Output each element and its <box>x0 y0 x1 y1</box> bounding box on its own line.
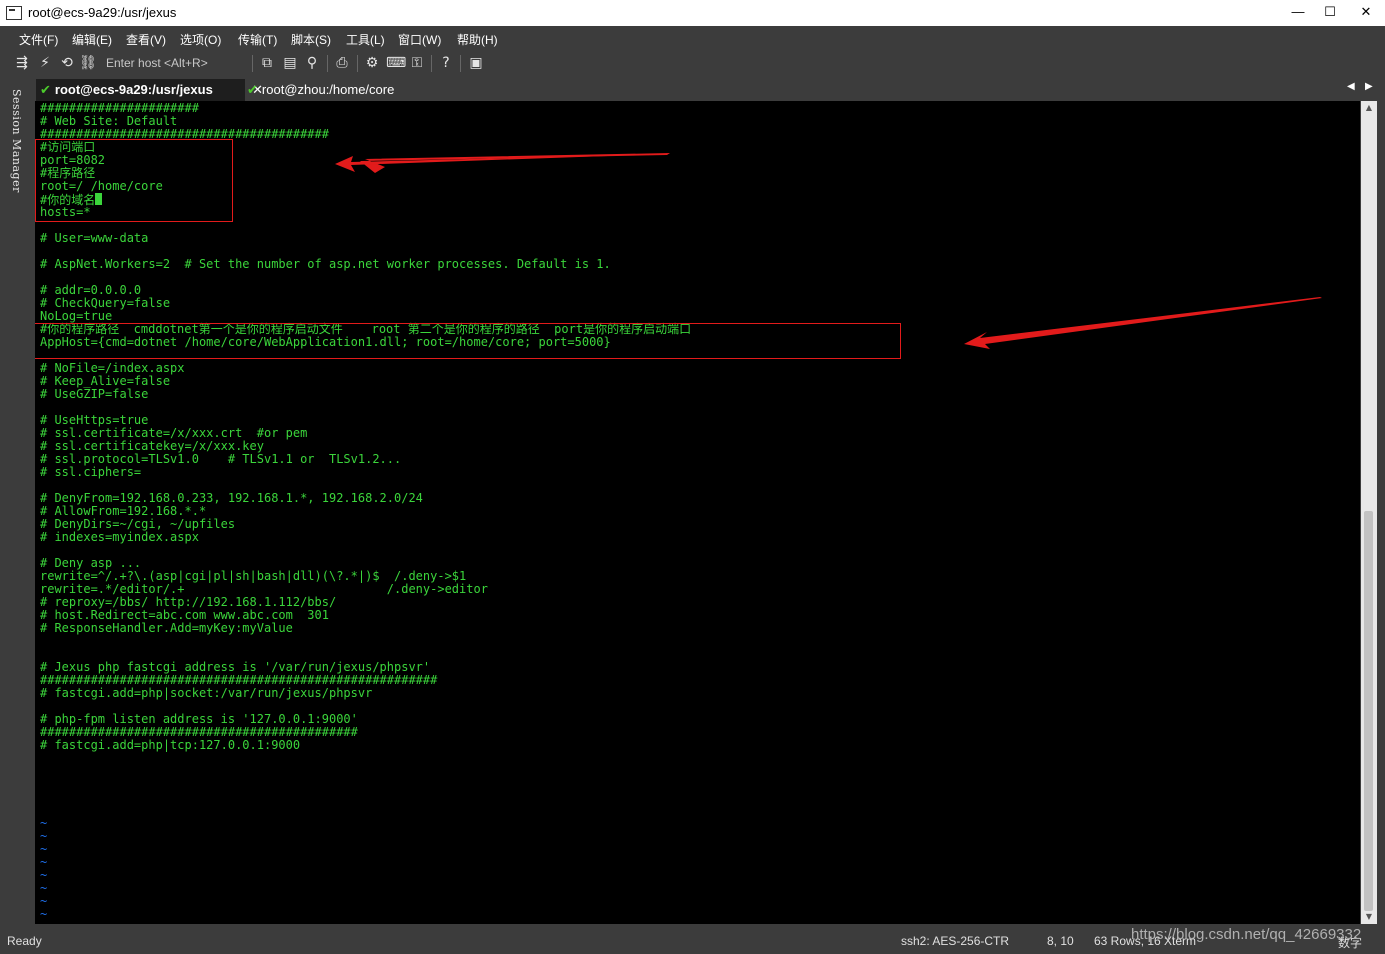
session-manager-label[interactable]: Session Manager <box>10 89 23 193</box>
menu-help[interactable]: 帮助(H) <box>457 31 498 48</box>
menu-view[interactable]: 查看(V) <box>126 31 166 48</box>
toolbar-separator <box>252 55 253 72</box>
annotation-arrows <box>335 153 1322 349</box>
window-title: root@ecs-9a29:/usr/jexus <box>28 5 177 20</box>
link-icon[interactable]: ⛓ <box>79 54 97 72</box>
paste-icon[interactable]: ▤ <box>281 54 299 72</box>
connect-icon[interactable]: ⇶ <box>13 54 31 72</box>
toolbar-separator <box>357 55 358 72</box>
toolbar: ⇶ ⚡ ⟲ ⛓ ⧉ ▤ ⚲ ⎙ ⚙ ⌨ ⚿ ? ▣ <box>0 50 1385 77</box>
status-ready: Ready <box>7 934 42 948</box>
status-cursor-position: 8, 10 <box>1047 934 1074 948</box>
tab-label: root@ecs-9a29:/usr/jexus <box>54 82 213 97</box>
connected-check-icon: ✔ <box>247 83 258 98</box>
tab-bar: ✔ root@ecs-9a29:/usr/jexus ✕ ✔ root@zhou:/… <box>34 77 1385 101</box>
menu-edit[interactable]: 编辑(E) <box>72 31 112 48</box>
annotation-arrow <box>964 297 1322 349</box>
connected-check-icon: ✔ <box>40 83 51 98</box>
tab-next-icon[interactable]: ▶ <box>1365 81 1373 92</box>
session-manager-panel[interactable]: Session Manager <box>0 77 34 926</box>
copy-icon[interactable]: ⧉ <box>258 54 276 72</box>
toolbar-separator <box>431 55 432 72</box>
menu-script[interactable]: 脚本(S) <box>291 31 331 48</box>
menu-tools[interactable]: 工具(L) <box>346 31 385 48</box>
close-button[interactable]: ✕ <box>1349 2 1383 22</box>
watermark: https://blog.csdn.net/qq_42669332 <box>1131 926 1362 943</box>
tab-root-ecs[interactable]: ✔ root@ecs-9a29:/usr/jexus ✕ <box>36 79 263 101</box>
help-icon[interactable]: ? <box>437 54 455 72</box>
maximize-button[interactable]: ☐ <box>1313 2 1347 22</box>
menu-options[interactable]: 选项(O) <box>180 31 221 48</box>
status-encryption: ssh2: AES-256-CTR <box>901 934 1010 948</box>
menu-file[interactable]: 文件(F) <box>19 31 58 48</box>
tab-label: root@zhou:/home/core <box>261 82 395 97</box>
toolbar-separator <box>460 55 461 72</box>
minimize-button[interactable]: — <box>1281 2 1315 22</box>
scroll-down-icon[interactable]: ▼ <box>1361 910 1377 924</box>
host-input[interactable] <box>100 53 257 73</box>
terminal-screen[interactable]: ###################### # Web Site: Defaul… <box>35 101 1360 924</box>
quick-connect-icon[interactable]: ⚡ <box>36 54 54 72</box>
keymap-icon[interactable]: ⌨ <box>386 54 406 72</box>
scroll-thumb[interactable] <box>1364 511 1373 911</box>
key-icon[interactable]: ⚿ <box>408 54 426 72</box>
reconnect-icon[interactable]: ⟲ <box>58 54 76 72</box>
xterm-icon[interactable]: ▣ <box>467 54 485 72</box>
tab-root-zhou[interactable]: ✔ root@zhou:/home/core <box>245 79 394 101</box>
print-icon[interactable]: ⎙ <box>333 54 351 72</box>
menu-window[interactable]: 窗口(W) <box>398 31 441 48</box>
tab-prev-icon[interactable]: ◀ <box>1347 81 1355 92</box>
scroll-up-icon[interactable]: ▲ <box>1361 101 1377 115</box>
menu-bar: 文件(F) 编辑(E) 查看(V) 选项(O) 传输(T) 脚本(S) 工具(L… <box>0 26 1385 50</box>
title-bar: root@ecs-9a29:/usr/jexus — ☐ ✕ <box>0 0 1385 26</box>
terminal-scrollbar[interactable]: ▲ ▼ <box>1361 101 1377 924</box>
app-icon <box>6 6 22 20</box>
menu-transfer[interactable]: 传输(T) <box>238 31 277 48</box>
toolbar-separator <box>327 55 328 72</box>
find-icon[interactable]: ⚲ <box>303 54 321 72</box>
settings-icon[interactable]: ⚙ <box>363 54 381 72</box>
